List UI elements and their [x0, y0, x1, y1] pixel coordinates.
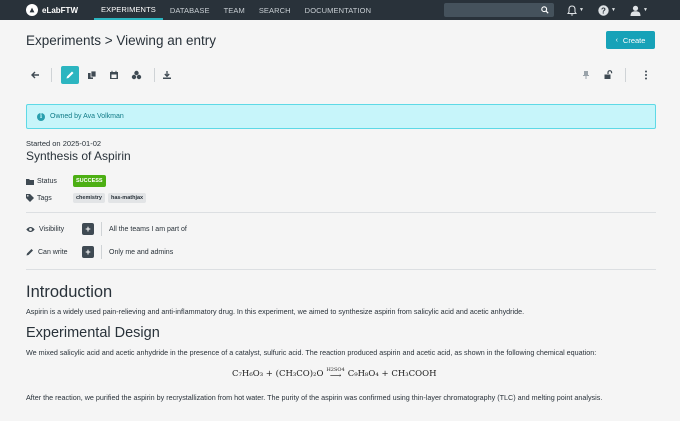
owner-text: Owned by Ava Volkman	[50, 113, 124, 120]
create-label: Create	[622, 35, 646, 45]
visibility-label: Visibility	[39, 225, 65, 233]
toolbar-divider	[625, 68, 626, 82]
edit-icon	[66, 71, 74, 79]
lock-button[interactable]	[599, 66, 617, 84]
tags-icon	[26, 194, 34, 202]
design-paragraph: We mixed salicylic acid and acetic anhyd…	[26, 348, 597, 357]
nav-experiments[interactable]: EXPERIMENTS	[94, 0, 163, 20]
nav-documentation[interactable]: DOCUMENTATION	[298, 0, 378, 20]
canwrite-edit-button[interactable]: +	[82, 246, 94, 258]
back-button[interactable]	[26, 66, 44, 84]
tags-label-wrap: Tags	[26, 194, 73, 202]
canwrite-value: Only me and admins	[109, 248, 174, 256]
bookmarks-icon	[131, 70, 141, 80]
reaction-arrow: H2SO4 ⟶	[326, 368, 344, 380]
arrow-icon: ⟶	[329, 371, 342, 380]
search-box	[444, 3, 554, 17]
tag-has-mathjax[interactable]: has-mathjax	[108, 193, 147, 203]
entry-toolbar	[26, 64, 656, 86]
brand[interactable]: eLabFTW	[26, 4, 78, 16]
notifications-menu[interactable]: ▼	[567, 3, 584, 17]
chevron-down-icon: ▼	[579, 7, 584, 13]
top-navbar: eLabFTW EXPERIMENTS DATABASE TEAM SEARCH…	[0, 0, 680, 20]
more-icon	[645, 70, 647, 80]
bookmarks-button[interactable]	[127, 66, 145, 84]
chevron-down-icon: ▼	[611, 7, 616, 13]
owner-banner: i Owned by Ava Volkman	[26, 104, 656, 129]
canwrite-label-wrap: Can write	[26, 248, 82, 256]
tags-label: Tags	[37, 194, 52, 202]
equation-reactants: C₇H₆O₃ + (CH₃CO)₂O	[232, 369, 324, 379]
page-title: Experiments > Viewing an entry	[26, 33, 216, 48]
pin-icon	[583, 71, 589, 79]
toolbar-divider	[51, 68, 52, 82]
duplicate-icon	[88, 70, 97, 79]
pencil-icon	[26, 249, 33, 256]
intro-heading: Introduction	[26, 283, 113, 301]
chemical-equation: C₇H₆O₃ + (CH₃CO)₂O H2SO4 ⟶ C₉H₈O₄ + CH₃C…	[232, 368, 437, 380]
download-button[interactable]	[158, 66, 176, 84]
help-icon: ?	[598, 4, 609, 16]
pin-button[interactable]	[577, 66, 595, 84]
svg-text:?: ?	[601, 6, 606, 15]
status-row: Status SUCCESS	[26, 175, 106, 187]
visibility-label-wrap: Visibility	[26, 226, 82, 233]
user-icon	[630, 5, 641, 16]
more-button[interactable]	[637, 66, 655, 84]
intro-paragraph: Aspirin is a widely used pain-relieving …	[26, 307, 525, 316]
search-icon[interactable]	[541, 6, 549, 14]
calendar-button[interactable]	[105, 66, 123, 84]
canwrite-row: Can write + Only me and admins	[26, 245, 173, 259]
back-icon	[31, 71, 39, 79]
chevron-down-icon: ▼	[643, 7, 648, 13]
visibility-value: All the teams I am part of	[109, 225, 187, 233]
user-menu[interactable]: ▼	[630, 3, 648, 17]
started-date: Started on 2025-01-02	[26, 139, 102, 148]
visibility-row: Visibility + All the teams I am part of	[26, 222, 187, 236]
divider	[26, 212, 656, 213]
nav-team[interactable]: TEAM	[217, 0, 252, 20]
entry-title: Synthesis of Aspirin	[26, 149, 131, 163]
chevron-left-icon: ‹	[615, 36, 618, 44]
tag-chemistry[interactable]: chemistry	[73, 193, 105, 203]
design-heading: Experimental Design	[26, 325, 160, 341]
nav-links: EXPERIMENTS DATABASE TEAM SEARCH DOCUMEN…	[94, 0, 378, 20]
search-input[interactable]	[451, 6, 541, 14]
folder-icon	[26, 178, 34, 185]
status-label-wrap: Status	[26, 178, 73, 185]
tags-row: Tags chemistry has-mathjax	[26, 193, 149, 203]
edit-button[interactable]	[61, 66, 79, 84]
nav-database[interactable]: DATABASE	[163, 0, 217, 20]
perm-divider	[101, 222, 102, 236]
eye-icon	[26, 226, 35, 232]
info-icon: i	[37, 112, 45, 121]
perm-divider	[101, 245, 102, 259]
calendar-icon	[110, 70, 118, 79]
after-paragraph: After the reaction, we purified the aspi…	[26, 393, 603, 402]
create-button[interactable]: ‹ Create	[606, 31, 655, 49]
divider	[26, 269, 656, 270]
nav-search[interactable]: SEARCH	[252, 0, 298, 20]
duplicate-button[interactable]	[83, 66, 101, 84]
equation-products: C₉H₈O₄ + CH₃COOH	[347, 369, 437, 379]
bell-icon	[567, 4, 577, 16]
download-icon	[163, 71, 171, 79]
brand-name: eLabFTW	[42, 5, 78, 15]
status-label: Status	[37, 177, 57, 185]
lock-icon	[604, 70, 613, 79]
canwrite-label: Can write	[38, 248, 68, 256]
status-badge[interactable]: SUCCESS	[73, 175, 106, 187]
elab-logo-icon	[26, 4, 38, 16]
visibility-edit-button[interactable]: +	[82, 223, 94, 235]
toolbar-divider	[154, 68, 155, 82]
help-menu[interactable]: ? ▼	[598, 3, 616, 17]
